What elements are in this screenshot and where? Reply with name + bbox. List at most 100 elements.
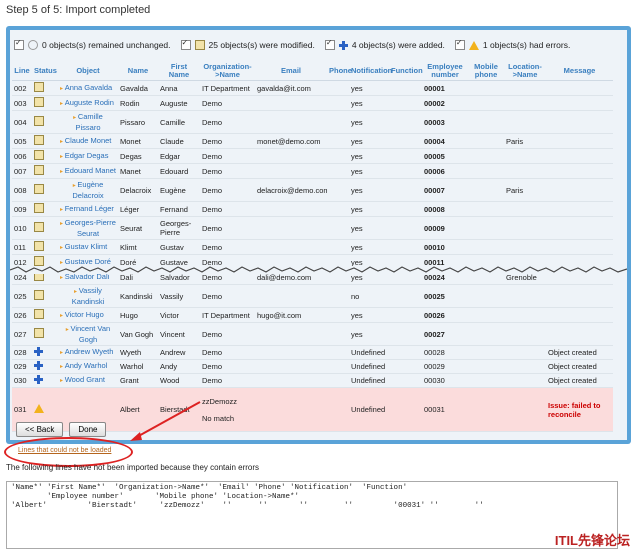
- object-link[interactable]: ▸ Fernand Léger: [58, 201, 118, 217]
- object-link[interactable]: ▸ Edouard Manet: [58, 163, 118, 179]
- cell-org: Demo: [200, 373, 255, 388]
- cell-msg: [546, 284, 613, 308]
- table-row: 026 ▸ Victor Hugo Hugo Victor IT Department h…: [12, 307, 613, 323]
- cell-msg: Object created: [546, 345, 613, 360]
- cell-name: Grant: [118, 373, 158, 388]
- column-header[interactable]: Location->Name: [504, 62, 546, 81]
- cell-mobile: [468, 322, 504, 346]
- object-link[interactable]: ▸ Edgar Degas: [58, 148, 118, 164]
- column-header[interactable]: Mobile phone: [468, 62, 504, 81]
- cell-name: Klimt: [118, 239, 158, 255]
- errors-notice: The following lines have not been import…: [6, 463, 260, 472]
- unchanged-checkbox[interactable]: [14, 38, 24, 50]
- column-header[interactable]: Line: [12, 62, 32, 81]
- column-header[interactable]: Phone: [327, 62, 352, 81]
- cell-loc: [504, 373, 546, 388]
- object-link[interactable]: ▸ Wood Grant: [58, 373, 118, 388]
- cell-first: Anna: [158, 80, 200, 96]
- cell-msg: [546, 239, 613, 255]
- cell-first: Edouard: [158, 163, 200, 179]
- cell-phone: [327, 133, 349, 149]
- column-header[interactable]: Email: [255, 62, 327, 81]
- object-link[interactable]: ▸ Claude Monet: [58, 133, 118, 149]
- table-row: 004 ▸ Camille Pissaro Pissaro Camille Demo ye…: [12, 110, 613, 134]
- cell-emp: 00025: [422, 284, 468, 308]
- cell-emp: 00006: [422, 163, 468, 179]
- object-link[interactable]: ▸ Vincent Van Gogh: [58, 322, 118, 346]
- button-row: << Back Done: [16, 422, 107, 437]
- lines-not-loaded-link[interactable]: Lines that could not be loaded: [18, 447, 111, 454]
- object-link[interactable]: ▸ Gustav Klimt: [58, 239, 118, 255]
- done-button[interactable]: Done: [69, 422, 107, 437]
- object-link[interactable]: ▸ Andy Warhol: [58, 359, 118, 374]
- cell-notif: yes: [349, 110, 389, 134]
- object-link[interactable]: ▸ Auguste Rodin: [58, 95, 118, 111]
- added-checkbox[interactable]: [324, 38, 335, 50]
- column-header[interactable]: Name: [118, 62, 158, 81]
- table-row: 002 ▸ Anna Gavalda Gavalda Anna IT Departmen…: [12, 80, 613, 96]
- cell-mobile: [468, 163, 504, 179]
- cell-name: Warhol: [118, 359, 158, 374]
- cell-notif: yes: [349, 178, 389, 202]
- cell-phone: [327, 216, 349, 240]
- error-lines-textarea[interactable]: 'Name*' 'First Name*' 'Organization->Nam…: [6, 481, 618, 549]
- added-icon: [34, 375, 43, 384]
- errors-checkbox[interactable]: [454, 38, 465, 50]
- cell-emp: 00009: [422, 216, 468, 240]
- added-icon: [338, 40, 348, 50]
- cell-email: delacroix@demo.com: [255, 178, 327, 202]
- object-link[interactable]: ▸ Andrew Wyeth: [58, 345, 118, 360]
- cell-notif: yes: [349, 133, 389, 149]
- cell-line: 003: [12, 95, 32, 111]
- cell-org: Demo: [200, 148, 255, 164]
- cell-notif: yes: [349, 322, 389, 346]
- cell-email: [255, 148, 327, 164]
- cell-phone: [327, 373, 349, 388]
- cell-func: [389, 359, 422, 374]
- object-link[interactable]: ▸ Eugène Delacroix: [58, 178, 118, 202]
- cell-notif: yes: [349, 95, 389, 111]
- modified-icon: [34, 222, 44, 232]
- cell-func: [389, 239, 422, 255]
- cell-msg: [546, 110, 613, 134]
- object-link[interactable]: ▸ Victor Hugo: [58, 307, 118, 323]
- cell-notif: yes: [349, 201, 389, 217]
- cell-name: Hugo: [118, 307, 158, 323]
- cell-mobile: [468, 284, 504, 308]
- column-header[interactable]: Organization->Name: [200, 62, 255, 81]
- column-header[interactable]: Object: [58, 62, 118, 81]
- cell-email: monet@demo.com: [255, 133, 327, 149]
- column-header[interactable]: Message: [546, 62, 613, 81]
- cell-func: [389, 373, 422, 388]
- object-link[interactable]: ▸ Camille Pissaro: [58, 110, 118, 134]
- cell-emp: 00026: [422, 307, 468, 323]
- cell-mobile: [468, 133, 504, 149]
- cell-first: Vincent: [158, 322, 200, 346]
- error-employee-number: 00031: [422, 387, 468, 432]
- back-button[interactable]: << Back: [16, 422, 64, 437]
- cell-email: [255, 359, 327, 374]
- modified-checkbox[interactable]: [180, 38, 191, 50]
- cell-email: [255, 110, 327, 134]
- object-link[interactable]: ▸ Vassily Kandinski: [58, 284, 118, 308]
- object-link[interactable]: ▸ Anna Gavalda: [58, 80, 118, 96]
- cell-name: Manet: [118, 163, 158, 179]
- column-header[interactable]: Notification: [349, 62, 392, 81]
- cell-loc: [504, 307, 546, 323]
- cell-line: 030: [12, 373, 32, 388]
- column-header[interactable]: Function: [389, 62, 423, 81]
- modified-icon: [34, 256, 44, 266]
- cell-emp: 00003: [422, 110, 468, 134]
- cell-phone: [327, 322, 349, 346]
- column-header[interactable]: Status: [32, 62, 58, 81]
- cell-line: 026: [12, 307, 32, 323]
- object-link[interactable]: ▸ Georges-Pierre Seurat: [58, 216, 118, 240]
- cell-email: [255, 284, 327, 308]
- cell-org: Demo: [200, 322, 255, 346]
- column-header[interactable]: First Name: [158, 62, 200, 81]
- results-panel: 0 objects(s) remained unchanged. 25 obje…: [6, 26, 631, 444]
- column-header[interactable]: Employee number: [422, 62, 468, 81]
- cell-loc: [504, 239, 546, 255]
- cell-phone: [327, 80, 349, 96]
- cell-first: Eugène: [158, 178, 200, 202]
